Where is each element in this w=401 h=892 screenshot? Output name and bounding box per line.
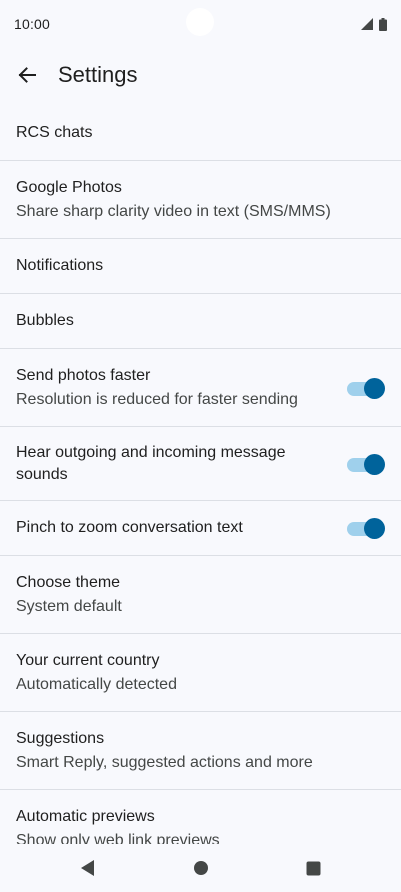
- setting-texts: Google Photos Share sharp clarity video …: [16, 177, 385, 223]
- circle-home-icon[interactable]: [193, 860, 209, 876]
- setting-subtitle: Smart Reply, suggested actions and more: [16, 753, 313, 771]
- setting-texts: Choose theme System default: [16, 572, 385, 618]
- setting-title: Choose theme: [16, 573, 121, 591]
- triangle-back-icon[interactable]: [80, 859, 96, 877]
- setting-title: Bubbles: [16, 312, 74, 329]
- setting-texts: Bubbles: [16, 310, 385, 332]
- page-title: Settings: [58, 62, 138, 87]
- square-recents-icon[interactable]: [306, 861, 321, 876]
- battery-icon: [379, 17, 387, 31]
- setting-rcs-chats[interactable]: RCS chats: [0, 106, 401, 161]
- setting-bubbles[interactable]: Bubbles: [0, 294, 401, 349]
- setting-google-photos[interactable]: Google Photos Share sharp clarity video …: [0, 161, 401, 239]
- setting-pinch-to-zoom[interactable]: Pinch to zoom conversation text: [0, 501, 401, 556]
- setting-subtitle: Share sharp clarity video in text (SMS/M…: [16, 202, 331, 220]
- setting-texts: Pinch to zoom conversation text: [16, 517, 347, 539]
- back-button[interactable]: [7, 55, 47, 95]
- screen: 10:00 Settings RCS chats Google Photos S…: [0, 0, 401, 892]
- setting-title: Pinch to zoom conversation text: [16, 519, 243, 536]
- setting-title: Hear outgoing and incoming message sound…: [16, 443, 286, 483]
- setting-title: RCS chats: [16, 124, 93, 141]
- system-nav-bar: [0, 844, 401, 892]
- setting-title: Send photos faster: [16, 366, 151, 384]
- setting-current-country[interactable]: Your current country Automatically detec…: [0, 634, 401, 712]
- setting-subtitle: Resolution is reduced for faster sending: [16, 390, 298, 408]
- setting-title: Automatic previews: [16, 808, 155, 825]
- setting-title: Google Photos: [16, 178, 122, 196]
- toggle-thumb: [364, 377, 385, 399]
- setting-subtitle: System default: [16, 597, 122, 615]
- camera-cutout: [186, 8, 214, 36]
- setting-choose-theme[interactable]: Choose theme System default: [0, 556, 401, 634]
- setting-title: Suggestions: [16, 729, 105, 747]
- setting-texts: Hear outgoing and incoming message sound…: [16, 442, 347, 486]
- status-time: 10:00: [14, 16, 51, 32]
- setting-texts: RCS chats: [16, 122, 385, 144]
- setting-message-sounds[interactable]: Hear outgoing and incoming message sound…: [0, 427, 401, 501]
- setting-texts: Suggestions Smart Reply, suggested actio…: [16, 728, 385, 774]
- status-icons: [361, 17, 387, 31]
- setting-texts: Notifications: [16, 255, 385, 277]
- settings-list: RCS chats Google Photos Share sharp clar…: [0, 106, 401, 868]
- setting-suggestions[interactable]: Suggestions Smart Reply, suggested actio…: [0, 712, 401, 790]
- toggle-thumb: [364, 453, 385, 475]
- setting-notifications[interactable]: Notifications: [0, 239, 401, 294]
- setting-title: Your current country: [16, 651, 160, 669]
- toggle-thumb: [364, 518, 385, 539]
- arrow-back-icon: [18, 67, 36, 83]
- setting-title: Notifications: [16, 257, 104, 274]
- send-photos-faster-toggle[interactable]: [347, 377, 385, 399]
- message-sounds-toggle[interactable]: [347, 453, 385, 475]
- pinch-to-zoom-toggle[interactable]: [347, 518, 385, 539]
- setting-send-photos-faster[interactable]: Send photos faster Resolution is reduced…: [0, 349, 401, 427]
- setting-subtitle: Automatically detected: [16, 675, 177, 693]
- app-bar: Settings: [0, 48, 401, 102]
- signal-icon: [361, 18, 373, 30]
- setting-texts: Your current country Automatically detec…: [16, 650, 385, 696]
- setting-texts: Send photos faster Resolution is reduced…: [16, 365, 347, 411]
